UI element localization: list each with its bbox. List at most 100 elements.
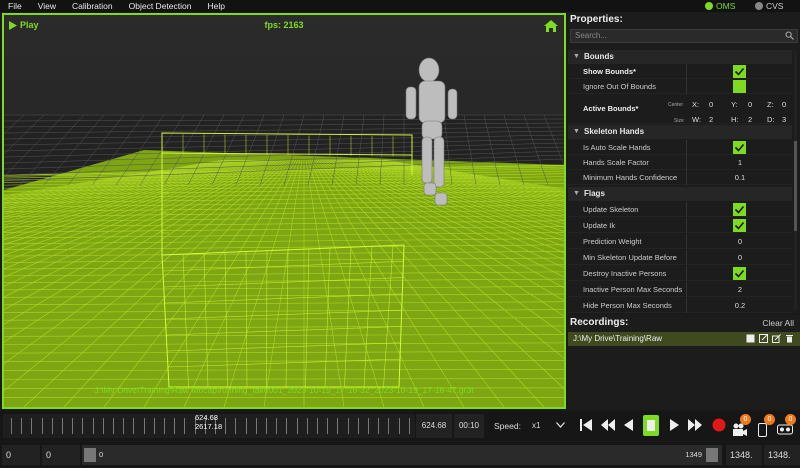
menu-help[interactable]: Help — [199, 0, 232, 12]
row-auto-scale-hands: Is Auto Scale Hands — [568, 140, 792, 155]
prediction-weight-input[interactable]: 0 — [688, 234, 792, 249]
section-skeleton-hands[interactable]: ▼ Skeleton Hands — [568, 125, 792, 139]
playhead-marker[interactable]: 624.68 2617.18 — [195, 413, 222, 431]
chevron-down-icon[interactable] — [556, 422, 565, 428]
mode-oms-label: OMS — [716, 1, 736, 11]
timeline-tick — [398, 418, 400, 434]
timeline-tick — [245, 418, 247, 434]
range-end-field[interactable]: 1348. — [726, 445, 762, 465]
home-icon[interactable] — [544, 20, 558, 32]
vr-record-button[interactable]: 0 — [777, 414, 797, 438]
fps-counter: fps: 2163 — [264, 20, 304, 30]
inactive-max-label: Inactive Person Max Seconds — [583, 285, 683, 294]
mode-cvs-toggle[interactable]: CVS — [755, 0, 783, 12]
range-offset-field[interactable]: 0 — [42, 445, 80, 465]
update-ik-checkbox[interactable] — [733, 219, 746, 232]
record-icon[interactable] — [712, 418, 726, 432]
phone-record-button[interactable]: 0 — [756, 414, 776, 438]
auto-scale-label: Is Auto Scale Hands — [583, 143, 651, 152]
menu-view[interactable]: View — [30, 0, 64, 12]
inactive-max-input[interactable]: 2 — [688, 282, 792, 297]
edit-icon[interactable] — [772, 334, 781, 343]
show-bounds-checkbox[interactable] — [733, 65, 746, 78]
section-bounds[interactable]: ▼ Bounds — [568, 50, 792, 64]
timeline-tick — [113, 418, 114, 434]
menu-file[interactable]: File — [0, 0, 30, 12]
destroy-inactive-label: Destroy Inactive Persons — [583, 269, 667, 278]
center-x-input[interactable]: 0 — [709, 97, 713, 112]
timeline-tick — [31, 418, 33, 434]
stop-button[interactable] — [643, 415, 659, 436]
range-length-field[interactable]: 1348. — [764, 445, 800, 465]
phone-icon — [758, 423, 767, 437]
center-z-label: Z: — [767, 100, 774, 109]
search-icon[interactable] — [785, 31, 794, 40]
section-flags[interactable]: ▼ Flags — [568, 187, 792, 201]
step-back-icon[interactable] — [601, 418, 615, 432]
divider — [686, 202, 687, 217]
range-slider-end: 1349 — [685, 450, 702, 459]
mode-oms-toggle[interactable]: OMS — [705, 0, 735, 12]
divider — [686, 234, 687, 249]
properties-scrollbar[interactable] — [794, 51, 797, 311]
play-forward-icon[interactable] — [670, 418, 679, 432]
center-label: Center — [668, 102, 684, 108]
trash-icon[interactable] — [785, 334, 794, 343]
scrollbar-thumb[interactable] — [794, 141, 797, 231]
show-bounds-label: Show Bounds* — [583, 67, 636, 76]
menu-object-detection[interactable]: Object Detection — [121, 0, 200, 12]
min-conf-input[interactable]: 0.1 — [688, 170, 792, 185]
speed-label: Speed: — [494, 421, 521, 431]
menu-bar: File View Calibration Object Detection H… — [0, 0, 800, 12]
update-skeleton-checkbox[interactable] — [733, 203, 746, 216]
oms-indicator-icon — [705, 2, 713, 10]
timeline-tick — [255, 418, 257, 434]
timeline-tick — [266, 418, 267, 434]
select-box-icon[interactable] — [746, 334, 755, 343]
properties-title: Properties: — [570, 14, 623, 25]
ignore-out-checkbox[interactable] — [733, 80, 746, 93]
row-update-ik: Update Ik — [568, 218, 792, 233]
speed-select[interactable]: x1 — [532, 411, 540, 441]
3d-viewport[interactable]: Play fps: 2163 J:\My Drive\Training\Raw … — [2, 13, 566, 409]
update-ik-label: Update Ik — [583, 221, 616, 230]
destroy-inactive-checkbox[interactable] — [733, 267, 746, 280]
auto-scale-checkbox[interactable] — [733, 141, 746, 154]
timeline-tick — [51, 418, 53, 434]
range-bar: 0 0 0 1349 1348. 1348. — [0, 442, 800, 468]
center-y-input[interactable]: 0 — [748, 97, 752, 112]
skip-to-start-icon[interactable] — [580, 418, 592, 432]
camera-record-button[interactable]: 0 — [732, 414, 752, 438]
menu-calibration[interactable]: Calibration — [64, 0, 121, 12]
timeline-tick — [368, 418, 369, 434]
divider — [686, 170, 687, 185]
timeline-tick — [347, 418, 349, 434]
step-forward-icon[interactable] — [688, 418, 702, 432]
min-skel-update-input[interactable]: 0 — [688, 250, 792, 265]
vr-badge: 0 — [785, 414, 796, 425]
center-z-input[interactable]: 0 — [782, 97, 786, 112]
ignore-out-label: Ignore Out Of Bounds — [583, 82, 656, 91]
recording-item-path: J:\My Drive\Training\Raw — [573, 334, 663, 343]
range-slider[interactable]: 0 1349 — [82, 445, 722, 465]
hide-max-input[interactable]: 0.2 — [688, 298, 792, 313]
properties-search-input[interactable]: Search... — [570, 29, 798, 43]
cvs-indicator-icon — [755, 2, 763, 10]
divider — [686, 155, 687, 170]
range-start-handle[interactable] — [84, 448, 96, 462]
play-reverse-icon[interactable] — [624, 418, 633, 432]
hands-scale-input[interactable]: 1 — [688, 155, 792, 170]
recording-item[interactable]: J:\My Drive\Training\Raw — [568, 332, 800, 346]
center-y-label: Y: — [731, 100, 738, 109]
range-start-field[interactable]: 0 — [2, 445, 40, 465]
timeline-tick — [225, 418, 227, 434]
timeline-tick — [143, 418, 145, 434]
timeline-tick — [92, 418, 94, 434]
open-external-icon[interactable] — [759, 334, 768, 343]
row-prediction-weight: Prediction Weight 0 — [568, 234, 792, 249]
row-destroy-inactive: Destroy Inactive Persons — [568, 266, 792, 281]
timeline-tick — [388, 418, 390, 434]
clear-all-button[interactable]: Clear All — [762, 318, 794, 328]
range-end-handle[interactable] — [706, 448, 718, 462]
update-skeleton-label: Update Skeleton — [583, 205, 639, 214]
